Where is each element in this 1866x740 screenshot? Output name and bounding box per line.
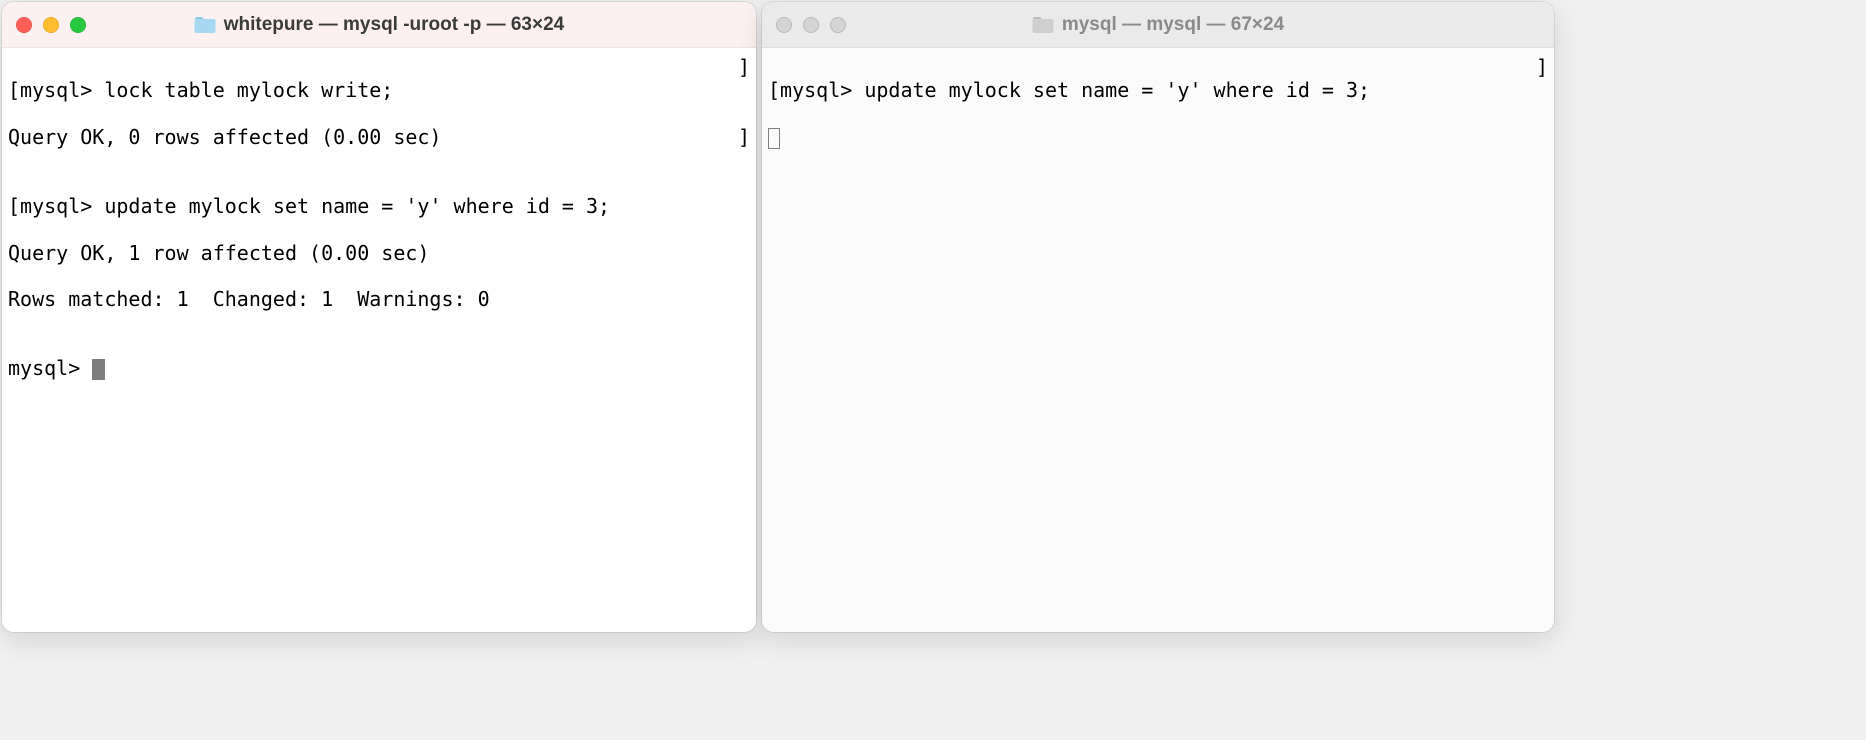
terminal-body-left[interactable]: [mysql> lock table mylock write;] Query …: [2, 48, 756, 632]
mysql-prompt: mysql>: [8, 356, 92, 380]
terminal-line: mysql>: [8, 357, 750, 380]
title-center-left: whitepure — mysql -uroot -p — 63×24: [16, 14, 742, 36]
mysql-prompt: mysql>: [20, 194, 104, 218]
terminal-command: update mylock set name = 'y' where id = …: [104, 194, 610, 218]
open-bracket-icon: [: [8, 78, 20, 102]
open-bracket-icon: [: [8, 194, 20, 218]
titlebar-left[interactable]: whitepure — mysql -uroot -p — 63×24: [2, 2, 756, 48]
terminal-window-left[interactable]: whitepure — mysql -uroot -p — 63×24 [mys…: [2, 2, 756, 632]
terminal-window-right[interactable]: mysql — mysql — 67×24 [mysql> update myl…: [762, 2, 1554, 632]
terminal-line: [mysql> update mylock set name = 'y' whe…: [768, 79, 1548, 102]
cursor-icon: [92, 359, 104, 380]
terminal-output: Query OK, 1 row affected (0.00 sec): [8, 242, 750, 265]
close-bracket-icon: ]: [738, 56, 750, 79]
window-title-right: mysql — mysql — 67×24: [1062, 14, 1284, 36]
titlebar-right[interactable]: mysql — mysql — 67×24: [762, 2, 1554, 48]
open-bracket-icon: [: [768, 78, 780, 102]
title-center-right: mysql — mysql — 67×24: [776, 14, 1540, 36]
terminal-command: lock table mylock write;: [104, 78, 393, 102]
terminal-line: [mysql> update mylock set name = 'y' whe…: [8, 195, 750, 218]
folder-icon: [1032, 16, 1054, 34]
folder-icon: [194, 16, 216, 34]
terminal-output: Query OK, 0 rows affected (0.00 sec): [8, 126, 750, 149]
window-title-left: whitepure — mysql -uroot -p — 63×24: [224, 14, 564, 36]
terminal-line: [mysql> lock table mylock write;]: [8, 79, 750, 102]
cursor-outline-icon: [768, 128, 780, 149]
mysql-prompt: mysql>: [780, 78, 864, 102]
terminal-output: Rows matched: 1 Changed: 1 Warnings: 0: [8, 288, 750, 311]
terminal-command: update mylock set name = 'y' where id = …: [864, 78, 1370, 102]
close-bracket-icon: ]: [738, 126, 750, 149]
close-bracket-icon: ]: [1536, 56, 1548, 79]
mysql-prompt: mysql>: [20, 78, 104, 102]
terminal-line: [768, 126, 1548, 149]
terminal-body-right[interactable]: [mysql> update mylock set name = 'y' whe…: [762, 48, 1554, 632]
